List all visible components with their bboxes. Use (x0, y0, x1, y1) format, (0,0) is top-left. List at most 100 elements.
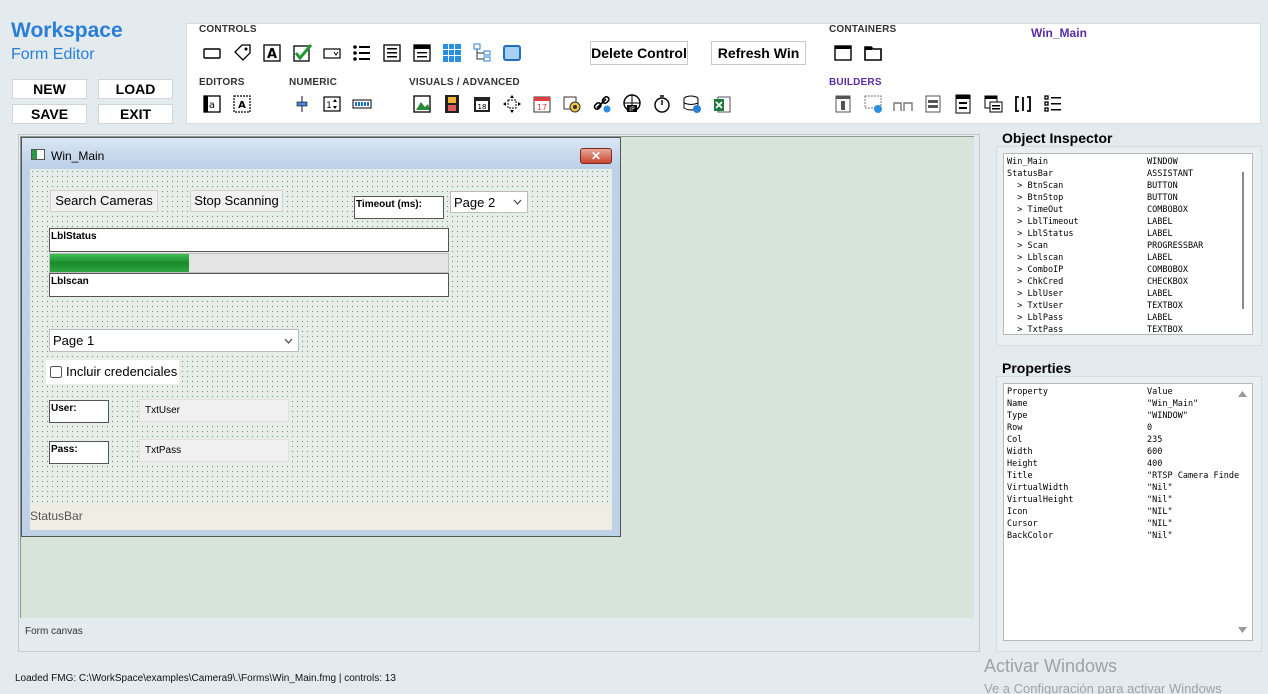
hyperlink-tool-icon[interactable] (501, 93, 523, 115)
property-row[interactable]: Width 600 (1007, 446, 1162, 458)
properties-list[interactable]: Property Value Name "Win_Main" Type "WINDOW"… (1003, 383, 1253, 641)
stop-scanning-button[interactable]: Stop Scanning (190, 190, 283, 212)
image-tool-icon[interactable] (411, 93, 433, 115)
property-name: VirtualHeight (1007, 495, 1074, 505)
excel-tool-icon[interactable] (711, 93, 733, 115)
inspector-row[interactable]: > ChkCred CHECKBOX (1007, 276, 1188, 288)
tree-tool-icon[interactable] (471, 42, 493, 64)
label-tool-icon[interactable] (231, 42, 253, 64)
menu-builder-icon[interactable] (832, 93, 854, 115)
media-tool-icon[interactable] (561, 93, 583, 115)
inspector-row-name: > ComboIP (1007, 265, 1064, 275)
animation-tool-icon[interactable] (441, 93, 463, 115)
refresh-win-button[interactable]: Refresh Win (711, 41, 806, 65)
property-row[interactable]: Name "Win_Main" (1007, 398, 1198, 410)
search-cameras-button[interactable]: Search Cameras (50, 190, 158, 212)
form-titlebar[interactable]: Win_Main ✕ (22, 138, 620, 168)
property-value: 235 (1147, 435, 1163, 445)
link-tool-icon[interactable] (591, 93, 613, 115)
canvas-caption: Form canvas (25, 626, 83, 637)
activation-watermark-title: Activar Windows (984, 656, 1118, 676)
inspector-row[interactable]: > LblUser LABEL (1007, 288, 1172, 300)
frame-tool-icon[interactable] (501, 42, 523, 64)
inspector-row[interactable]: StatusBar ASSISTANT (1007, 168, 1193, 180)
editbox-tool-icon[interactable] (381, 42, 403, 64)
list-builder-icon[interactable] (1042, 93, 1064, 115)
tree-builder-icon[interactable] (982, 93, 1004, 115)
property-row[interactable]: Icon "NIL" (1007, 506, 1173, 518)
editor-richtext-icon[interactable]: A (231, 93, 253, 115)
property-header: Property (1007, 387, 1048, 397)
inspector-row-name: > TxtUser (1007, 301, 1064, 311)
checkbox-tool-icon[interactable] (291, 42, 313, 64)
inspector-row-name: > BtnStop (1007, 193, 1064, 203)
property-row[interactable]: VirtualWidth "Nil" (1007, 482, 1173, 494)
scrollbar-thumb[interactable] (1242, 172, 1244, 309)
svg-text:a: a (209, 100, 215, 111)
inspector-row[interactable]: > LblStatus LABEL (1007, 228, 1172, 240)
delete-control-button[interactable]: Delete Control (590, 41, 688, 65)
property-row[interactable]: Cursor "NIL" (1007, 518, 1173, 530)
inspector-row[interactable]: > TimeOut COMBOBOX (1007, 204, 1188, 216)
inspector-row[interactable]: > LblTimeout LABEL (1007, 216, 1172, 228)
editor-text-icon[interactable]: a (201, 93, 223, 115)
statusbar-builder-icon[interactable] (922, 93, 944, 115)
exit-button[interactable]: EXIT (98, 104, 173, 124)
pass-textbox[interactable]: TxtPass (139, 439, 289, 462)
property-row[interactable]: BackColor "Nil" (1007, 530, 1173, 542)
ip-address-tool-icon[interactable]: IP (621, 93, 643, 115)
tab-tool-icon[interactable] (441, 42, 463, 64)
inspector-row-type: LABEL (1147, 229, 1173, 239)
property-row[interactable]: Col 235 (1007, 434, 1162, 446)
property-name: Type (1007, 411, 1028, 421)
split-builder-icon[interactable] (1012, 93, 1034, 115)
load-button[interactable]: LOAD (98, 79, 173, 99)
spinner-tool-icon[interactable]: 1 (321, 93, 343, 115)
grid-tool-icon[interactable] (411, 42, 433, 64)
listbox-tool-icon[interactable] (351, 42, 373, 64)
inspector-row[interactable]: > Scan PROGRESSBAR (1007, 240, 1203, 252)
property-row[interactable]: Height 400 (1007, 458, 1162, 470)
inspector-row[interactable]: > Lblscan LABEL (1007, 252, 1172, 264)
credentials-checkbox[interactable]: Incluir credenciales (46, 360, 179, 384)
inspector-row[interactable]: > TxtUser TEXTBOX (1007, 300, 1183, 312)
timeout-combo[interactable]: Page 2 (450, 191, 528, 213)
slider-tool-icon[interactable] (291, 93, 313, 115)
form-builder-icon[interactable] (952, 93, 974, 115)
inspector-row[interactable]: > BtnScan BUTTON (1007, 180, 1177, 192)
form-client-area[interactable]: Search Cameras Stop Scanning Timeout (ms… (30, 169, 612, 530)
ip-combo[interactable]: Page 1 (49, 329, 299, 352)
database-tool-icon[interactable] (681, 93, 703, 115)
inspector-row[interactable]: > BtnStop BUTTON (1007, 192, 1177, 204)
progressbar-tool-icon[interactable] (351, 93, 373, 115)
property-row[interactable]: Title "RTSP Camera Finde (1007, 470, 1239, 482)
property-row[interactable]: Row 0 (1007, 422, 1152, 434)
scroll-down-icon[interactable] (1238, 627, 1247, 634)
user-textbox[interactable]: TxtUser (139, 399, 289, 422)
folder-container-icon[interactable] (862, 42, 884, 64)
builders-section-label: BUILDERS (829, 77, 882, 88)
property-row[interactable]: VirtualHeight "Nil" (1007, 494, 1173, 506)
timer-tool-icon[interactable] (651, 93, 673, 115)
inspector-row[interactable]: > ComboIP COMBOBOX (1007, 264, 1188, 276)
calendar-tool-icon[interactable]: 17 (531, 93, 553, 115)
new-button[interactable]: NEW (12, 79, 87, 99)
inspector-row[interactable]: > LblPass LABEL (1007, 312, 1172, 324)
inspector-row[interactable]: Win_Main WINDOW (1007, 156, 1178, 168)
close-icon[interactable]: ✕ (580, 148, 612, 164)
context-builder-icon[interactable] (862, 93, 884, 115)
window-container-icon[interactable] (832, 42, 854, 64)
scroll-up-icon[interactable] (1238, 390, 1247, 397)
form-window[interactable]: Win_Main ✕ Search Cameras Stop Scanning … (21, 137, 621, 537)
property-row[interactable]: Type "WINDOW" (1007, 410, 1188, 422)
inspector-row-name: StatusBar (1007, 169, 1054, 179)
checkbox-box[interactable] (50, 366, 62, 378)
button-tool-icon[interactable] (201, 42, 223, 64)
inspector-row[interactable]: > TxtPass TEXTBOX (1007, 324, 1183, 334)
save-button[interactable]: SAVE (12, 104, 87, 124)
toolbar-builder-icon[interactable] (892, 93, 914, 115)
object-inspector-list[interactable]: Win_Main WINDOW StatusBar ASSISTANT > BtnSc… (1003, 153, 1253, 335)
textbox-tool-icon[interactable]: A (261, 42, 283, 64)
datepicker-tool-icon[interactable]: 18 (471, 93, 493, 115)
combobox-tool-icon[interactable] (321, 42, 343, 64)
